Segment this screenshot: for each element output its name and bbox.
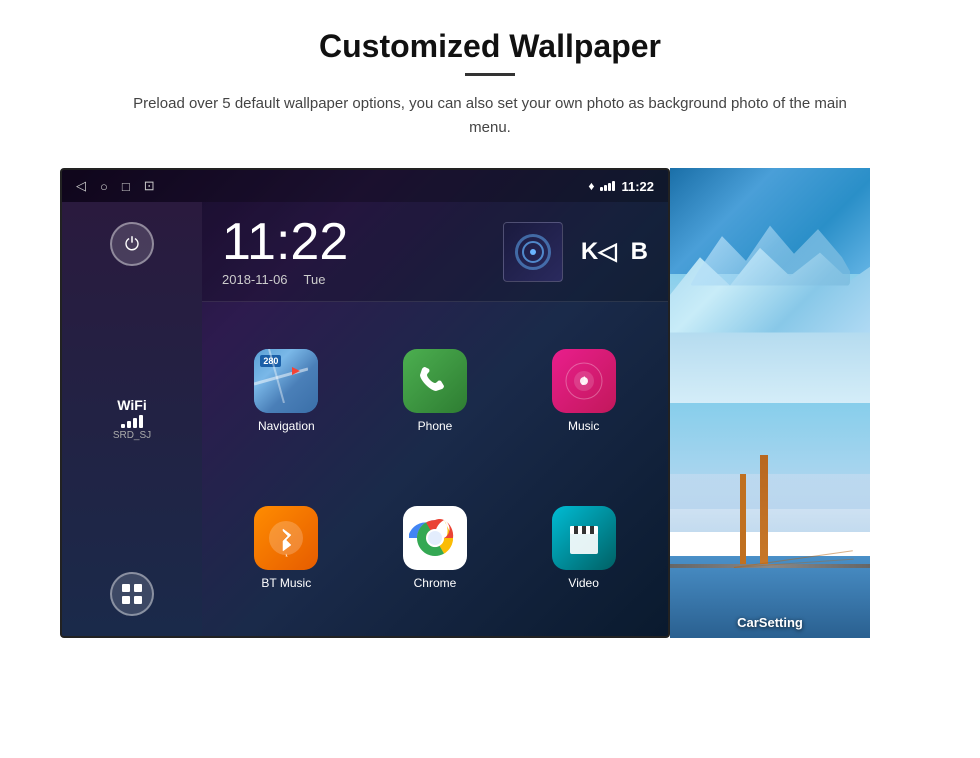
clock-date: 2018-11-06 Tue — [222, 272, 325, 287]
page-container: Customized Wallpaper Preload over 5 defa… — [0, 0, 980, 758]
bridge-main-tower — [760, 455, 768, 568]
sidebar-top: ⏻ — [110, 222, 154, 266]
b-icon: B — [631, 238, 648, 266]
app-video[interactable]: Video — [509, 469, 658, 626]
page-description: Preload over 5 default wallpaper options… — [130, 92, 850, 140]
bridge-tower-2 — [740, 474, 746, 568]
bridge-bg — [670, 403, 870, 638]
phone-svg — [417, 363, 453, 399]
glacier-bg — [670, 168, 870, 403]
signal-icon — [600, 181, 615, 191]
app-navigation[interactable]: 280 Navigation — [212, 312, 361, 469]
wallpaper-thumbnails: CarSetting — [670, 168, 870, 638]
grid-icon — [121, 583, 143, 605]
carsetting-label: CarSetting — [670, 615, 870, 630]
clock-time: 11:22 — [222, 216, 348, 268]
wifi-bars — [121, 415, 143, 428]
app-bt-music[interactable]: ♪ BT Music — [212, 469, 361, 626]
app-music[interactable]: ♪ Music — [509, 312, 658, 469]
status-bar: ◁ ○ □ ⊡ ♦ 11:22 — [62, 170, 668, 202]
wifi-label: WiFi — [117, 397, 146, 413]
home-icon[interactable]: ○ — [100, 179, 108, 194]
location-icon: ♦ — [588, 179, 594, 193]
phone-label: Phone — [418, 419, 453, 433]
center-content: 11:22 2018-11-06 Tue — [202, 202, 668, 636]
ki-icon: K◁ — [581, 237, 617, 266]
app-chrome[interactable]: Chrome — [361, 469, 510, 626]
navigation-label: Navigation — [258, 419, 315, 433]
wallpaper-glacier[interactable] — [670, 168, 870, 403]
music-label: Music — [568, 419, 599, 433]
android-screen: ◁ ○ □ ⊡ ♦ 11:22 — [60, 168, 670, 638]
nav-map-bg: 280 — [254, 349, 318, 413]
status-bar-right: ♦ 11:22 — [588, 179, 654, 194]
clock-day: Tue — [304, 272, 326, 287]
widget-icons: K◁ B — [503, 222, 648, 282]
chrome-label: Chrome — [414, 576, 457, 590]
music-icon: ♪ — [552, 349, 616, 413]
phone-icon — [403, 349, 467, 413]
chrome-svg — [409, 512, 461, 564]
wifi-widget: WiFi SRD_SJ — [113, 397, 151, 441]
app-grid: 280 Navigation — [202, 302, 668, 636]
svg-text:♪: ♪ — [284, 551, 289, 557]
bt-music-icon: ♪ — [254, 506, 318, 570]
wallpaper-bridge[interactable]: CarSetting — [670, 403, 870, 638]
recent-icon[interactable]: □ — [122, 179, 130, 194]
navigation-icon: 280 — [254, 349, 318, 413]
page-title: Customized Wallpaper — [319, 28, 661, 65]
bt-music-label: BT Music — [261, 576, 311, 590]
clock-display: 11:22 2018-11-06 Tue — [222, 216, 348, 287]
music-svg: ♪ — [565, 362, 603, 400]
app-phone[interactable]: Phone — [361, 312, 510, 469]
power-button[interactable]: ⏻ — [110, 222, 154, 266]
title-divider — [465, 73, 515, 76]
video-icon — [552, 506, 616, 570]
back-icon[interactable]: ◁ — [76, 178, 86, 194]
clock-date-value: 2018-11-06 — [222, 272, 288, 287]
status-time: 11:22 — [621, 179, 654, 194]
apps-button[interactable] — [110, 572, 154, 616]
device-sidebar: ⏻ WiFi SRD_SJ — [62, 202, 202, 636]
clock-area: 11:22 2018-11-06 Tue — [202, 202, 668, 302]
chrome-icon — [403, 506, 467, 570]
radio-dot — [530, 249, 536, 255]
radio-widget[interactable] — [503, 222, 563, 282]
wifi-ssid: SRD_SJ — [113, 430, 151, 441]
main-area: ⏻ WiFi SRD_SJ — [62, 202, 668, 636]
status-bar-left: ◁ ○ □ ⊡ — [76, 178, 155, 194]
bridge-fog — [670, 474, 870, 533]
video-svg — [564, 518, 604, 558]
svg-text:♪: ♪ — [580, 372, 588, 389]
radio-signal-icon — [515, 234, 551, 270]
device-area: ◁ ○ □ ⊡ ♦ 11:22 — [60, 168, 920, 638]
bt-svg: ♪ — [267, 519, 305, 557]
video-label: Video — [568, 576, 598, 590]
screenshot-icon[interactable]: ⊡ — [144, 178, 155, 194]
